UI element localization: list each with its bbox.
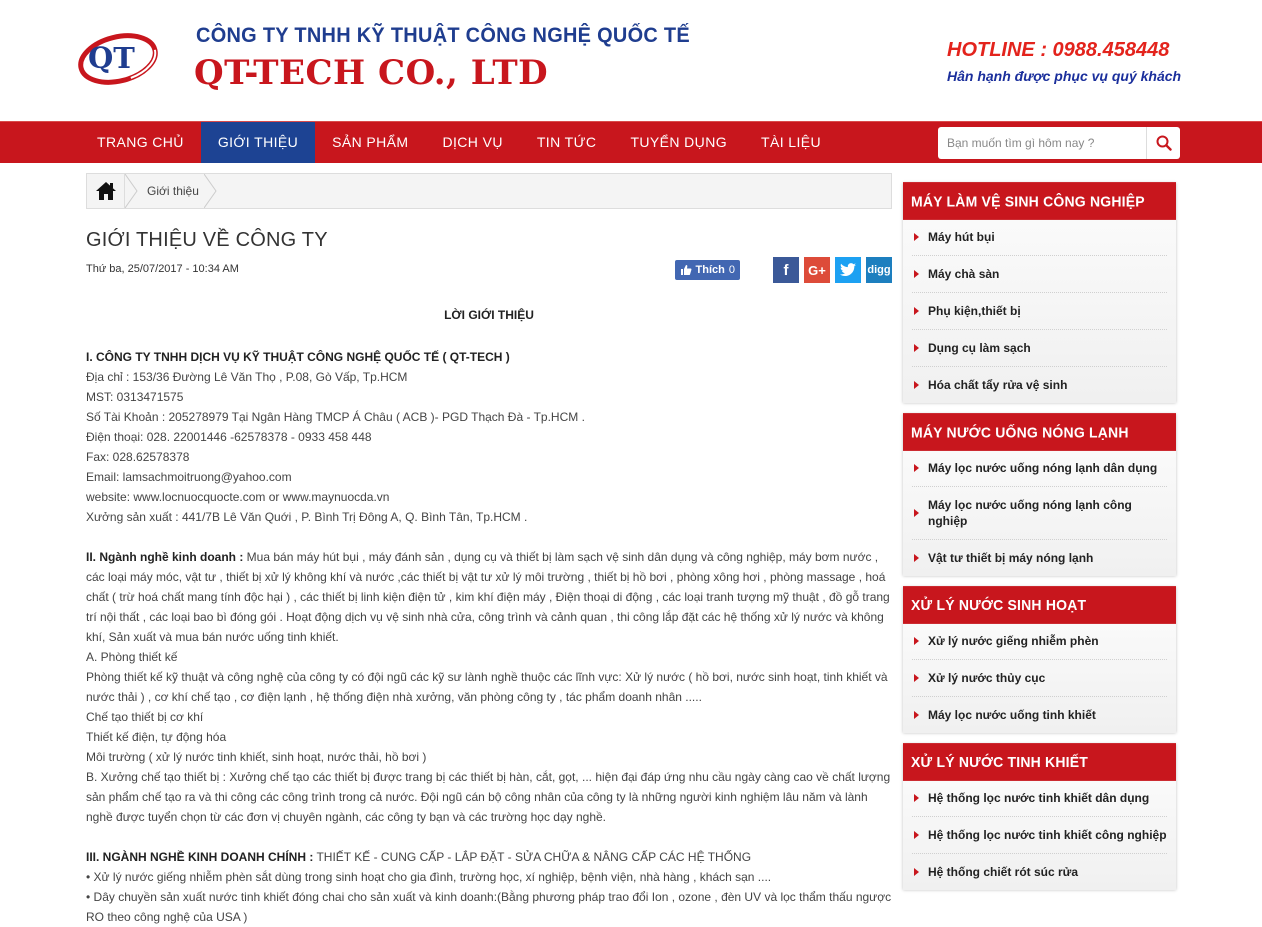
sidebar-category-list: Xử lý nước giếng nhiễm phèn Xử lý nước th… [903, 623, 1176, 733]
sidebar-category-link[interactable]: Máy lọc nước uống tinh khiết [912, 697, 1167, 733]
sidebar-category-box: MÁY NƯỚC UỐNG NÓNG LẠNH Máy lọc nước uống… [903, 413, 1176, 576]
sidebar-category-title[interactable]: XỬ LÝ NƯỚC TINH KHIẾT [903, 743, 1176, 781]
nav-item[interactable]: TUYỂN DỤNG [613, 122, 744, 163]
company-email: Email: lamsachmoitruong@yahoo.com [86, 470, 292, 484]
sidebar-category-link[interactable]: Hệ thống chiết rót súc rửa [912, 854, 1167, 890]
sidebar-category-link[interactable]: Hệ thống lọc nước tinh khiết công nghiệp [912, 817, 1167, 854]
sidebar: MÁY LÀM VỆ SINH CÔNG NGHIỆP Máy hút bụi Má… [903, 182, 1176, 901]
section1-heading: I. CÔNG TY TNHH DỊCH VỤ KỸ THUẬT CÔNG NG… [86, 350, 510, 364]
search-box [938, 127, 1180, 159]
sidebar-category-list: Hệ thống lọc nước tinh khiết dân dụng Hệ … [903, 780, 1176, 890]
sidebar-category-link[interactable]: Máy hút bụi [912, 219, 1167, 256]
intro-heading: LỜI GIỚI THIỆU [444, 308, 534, 322]
main-nav: TRANG CHỦ GIỚI THIỆU SẢN PHẨM DỊCH VỤ TIN TỨ… [0, 121, 1262, 163]
company-name-en: QT-TECH CO., LTD [194, 53, 549, 93]
section3-heading: III. NGÀNH NGHỀ KINH DOANH CHÍNH : THIẾT… [86, 850, 752, 864]
sidebar-category-box: MÁY LÀM VỆ SINH CÔNG NGHIỆP Máy hút bụi Má… [903, 182, 1176, 403]
nav-item[interactable]: TRANG CHỦ [80, 122, 201, 163]
share-bar: Thích 0 f G+ digg [674, 257, 892, 283]
site-logo[interactable]: QT [78, 28, 178, 90]
like-label: Thích [695, 264, 725, 276]
page-title: GIỚI THIỆU VỀ CÔNG TY [86, 229, 328, 251]
article-body: LỜI GIỚI THIỆU I. CÔNG TY TNHH DỊCH VỤ K… [86, 305, 892, 927]
facebook-share-icon[interactable]: f [773, 257, 799, 283]
company-factory: Xưởng sản xuất : 441/7B Lê Văn Quới , P.… [86, 510, 528, 524]
section-b-text: B. Xưởng chế tạo thiết bị : Xưởng chế tạ… [86, 770, 891, 824]
sidebar-category-list: Máy hút bụi Máy chà sàn Phụ kiện,thiết bị D… [903, 219, 1176, 403]
company-website: website: www.locnuocquocte.com or www.ma… [86, 490, 390, 504]
like-button[interactable]: Thích 0 [674, 260, 740, 280]
sidebar-category-link[interactable]: Máy lọc nước uống nóng lạnh dân dụng [912, 450, 1167, 487]
company-name-vn: CÔNG TY TNHH KỸ THUẬT CÔNG NGHỆ QUỐC TẾ [196, 24, 690, 47]
breadcrumb-separator [204, 174, 217, 208]
sidebar-category-link[interactable]: Vật tư thiết bị máy nóng lạnh [912, 540, 1167, 576]
company-phone: Điện thoại: 028. 22001446 -62578378 - 09… [86, 430, 372, 444]
nav-item[interactable]: DỊCH VỤ [425, 122, 519, 163]
like-count: 0 [728, 264, 735, 276]
sidebar-category-list: Máy lọc nước uống nóng lạnh dân dụng Máy … [903, 450, 1176, 576]
section-a-line: Môi trường ( xử lý nước tinh khiết, sinh… [86, 750, 427, 764]
sidebar-category-link[interactable]: Dụng cụ làm sạch [912, 330, 1167, 367]
search-icon [1156, 135, 1172, 151]
slogan: Hân hạnh được phục vụ quý khách [947, 68, 1182, 84]
sidebar-category-title[interactable]: MÁY NƯỚC UỐNG NÓNG LẠNH [903, 413, 1176, 451]
sidebar-category-box: XỬ LÝ NƯỚC SINH HOẠT Xử lý nước giếng nhi… [903, 586, 1176, 733]
main-content: Giới thiệu GIỚI THIỆU VỀ CÔNG TY Thứ ba,… [86, 173, 892, 927]
sidebar-category-link[interactable]: Hóa chất tẩy rửa vệ sinh [912, 367, 1167, 403]
nav-item[interactable]: TÀI LIỆU [744, 122, 838, 163]
site-header: QT CÔNG TY TNHH KỸ THUẬT CÔNG NGHỆ QUỐC … [0, 0, 1262, 121]
twitter-share-icon[interactable] [835, 257, 861, 283]
section-a-line: Thiết kế điện, tự động hóa [86, 730, 227, 744]
search-button[interactable] [1146, 127, 1180, 159]
company-fax: Fax: 028.62578378 [86, 450, 190, 464]
nav-item[interactable]: GIỚI THIỆU [200, 122, 316, 163]
sidebar-category-link[interactable]: Phụ kiện,thiết bị [912, 293, 1167, 330]
hotline: HOTLINE : 0988.458448 [947, 39, 1170, 61]
section-a-heading: A. Phòng thiết kế [86, 650, 178, 664]
sidebar-category-link[interactable]: Xử lý nước giếng nhiễm phèn [912, 623, 1167, 660]
sidebar-category-link[interactable]: Hệ thống lọc nước tinh khiết dân dụng [912, 780, 1167, 817]
breadcrumb: Giới thiệu [86, 173, 892, 209]
breadcrumb-home[interactable] [87, 174, 125, 208]
svg-text:QT: QT [88, 41, 135, 75]
nav-item[interactable]: SẢN PHẨM [315, 122, 425, 163]
section3-bullet: • Dây chuyền sản xuất nước tinh khiết đó… [86, 890, 892, 924]
digg-share-icon[interactable]: digg [866, 257, 892, 283]
company-address: Địa chỉ : 153/36 Đường Lê Văn Thọ , P.08… [86, 370, 408, 384]
sidebar-category-link[interactable]: Xử lý nước thủy cục [912, 660, 1167, 697]
sidebar-category-link[interactable]: Máy chà sàn [912, 256, 1167, 293]
company-bank-account: Số Tài Khoản : 205278979 Tại Ngân Hàng T… [86, 410, 585, 424]
sidebar-category-title[interactable]: XỬ LÝ NƯỚC SINH HOẠT [903, 586, 1176, 624]
search-input[interactable] [938, 127, 1144, 159]
section2-paragraph: II. Ngành nghề kinh doanh : Mua bán máy … [86, 550, 890, 644]
breadcrumb-current[interactable]: Giới thiệu [125, 174, 199, 208]
nav-list: TRANG CHỦ GIỚI THIỆU SẢN PHẨM DỊCH VỤ TIN TỨ… [80, 122, 838, 163]
nav-item[interactable]: TIN TỨC [520, 122, 614, 163]
section3-bullet: • Xử lý nước giếng nhiễm phèn sắt dùng t… [86, 870, 772, 884]
section-a-line: Chế tạo thiết bị cơ khí [86, 710, 204, 724]
company-tax-code: MST: 0313471575 [86, 390, 184, 404]
sidebar-category-link[interactable]: Máy lọc nước uống nóng lạnh công nghiệp [912, 487, 1167, 540]
thumbs-up-icon [680, 265, 691, 275]
google-plus-share-icon[interactable]: G+ [804, 257, 830, 283]
sidebar-category-box: XỬ LÝ NƯỚC TINH KHIẾT Hệ thống lọc nước t… [903, 743, 1176, 890]
home-icon [95, 182, 116, 200]
sidebar-category-title[interactable]: MÁY LÀM VỆ SINH CÔNG NGHIỆP [903, 182, 1176, 220]
section-a-text: Phòng thiết kế kỹ thuật và công nghệ của… [86, 670, 888, 704]
